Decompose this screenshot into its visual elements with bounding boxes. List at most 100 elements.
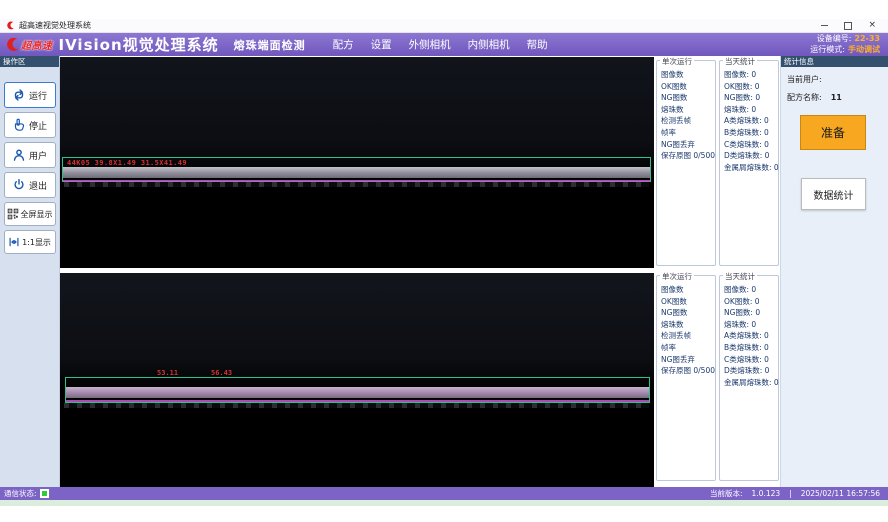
sidebar-button-label: 1:1显示 [22, 237, 51, 248]
stat-row: 图像数: 0 [724, 69, 778, 81]
stat-row: NG图数: 0 [724, 92, 778, 104]
stat-row: B类熔珠数: 0 [724, 342, 778, 354]
stat-row: 图像数 [661, 284, 715, 296]
status-bar: 通信状态: 当前版本: 1.0.123 | 2025/02/11 16:57:5… [0, 487, 888, 500]
stat-row: 熔珠数: 0 [724, 319, 778, 331]
stat-row: 熔珠数: 0 [724, 104, 778, 116]
application-window: 超高速视觉处理系统 × 超高速 IVision视觉处理系统 熔珠端面检测 配方设… [0, 0, 888, 522]
part-teeth [64, 403, 649, 408]
stats-section-inner: 单次运行图像数OK图数NG图数熔珠数检测丢帧帧率NG图丢弃保存原图 0/500当… [656, 273, 780, 483]
menu-bar: 配方 设置 外侧相机 内侧相机 帮助 [333, 37, 548, 52]
statistics-panel-title: 统计信息 [781, 56, 888, 67]
sidebar-button-stop[interactable]: 停止 [4, 112, 56, 138]
sidebar-button-label: 全屏显示 [21, 209, 53, 220]
run-icon [12, 88, 26, 102]
recipe-name-label: 配方名称: [787, 93, 822, 102]
stat-row: 检测丢帧 [661, 115, 715, 127]
part-teeth [64, 182, 649, 187]
stat-row: C类熔珠数: 0 [724, 354, 778, 366]
current-user-line: 当前用户: [787, 74, 888, 85]
brand-name: 超高速 [21, 37, 53, 52]
recipe-name-value: 11 [831, 93, 842, 102]
stat-row: D类熔珠数: 0 [724, 365, 778, 377]
stat-row: NG图数 [661, 92, 715, 104]
run-mode-line: 运行模式:手动调试 [810, 45, 880, 56]
groupbox-title: 当天统计 [723, 271, 757, 282]
sidebar-button-label: 运行 [29, 89, 47, 102]
sidebar-button-run[interactable]: 运行 [4, 82, 56, 108]
groupbox-today-stats: 当天统计图像数: 0OK图数: 0NG图数: 0熔珠数: 0A类熔珠数: 0B类… [719, 275, 779, 481]
menu-item-0[interactable]: 配方 [333, 37, 354, 52]
sidebar-button-user[interactable]: 用户 [4, 142, 56, 168]
status-separator: | [789, 489, 792, 498]
sidebar-button-fullscreen[interactable]: 全屏显示 [4, 202, 56, 226]
device-info: 设备编号:22-33 运行模式:手动调试 [810, 34, 880, 55]
stat-row: NG图丢弃 [661, 354, 715, 366]
stat-row: OK图数 [661, 81, 715, 93]
app-header: 超高速 IVision视觉处理系统 熔珠端面检测 配方设置外侧相机内侧相机帮助 … [0, 33, 888, 56]
version-label: 当前版本: [710, 488, 743, 499]
groupbox-title: 当天统计 [723, 56, 757, 67]
run-mode-label: 运行模式: [810, 45, 845, 54]
stat-row: B类熔珠数: 0 [724, 127, 778, 139]
stop-hand-icon [12, 118, 26, 132]
sidebar-button-one-to-one[interactable]: 1:1显示 [4, 230, 56, 254]
window-bottom-edge [0, 500, 888, 506]
data-statistics-button[interactable]: 数据统计 [801, 178, 866, 210]
stat-row: 检测丢帧 [661, 330, 715, 342]
stat-row: 熔珠数 [661, 104, 715, 116]
sidebar-button-label: 停止 [29, 119, 47, 132]
user-icon [12, 148, 26, 162]
app-logo-icon [6, 21, 15, 30]
groupbox-single-run: 单次运行图像数OK图数NG图数熔珠数检测丢帧帧率NG图丢弃保存原图 0/500 [656, 60, 716, 266]
run-mode-value: 手动调试 [848, 45, 880, 54]
groupbox-single-run: 单次运行图像数OK图数NG图数熔珠数检测丢帧帧率NG图丢弃保存原图 0/500 [656, 275, 716, 481]
camera-view-outer[interactable]: 44K05 39.8X1.49 31.5X41.49 [60, 57, 654, 268]
menu-item-1[interactable]: 设置 [371, 37, 392, 52]
stats-section-outer: 单次运行图像数OK图数NG图数熔珠数检测丢帧帧率NG图丢弃保存原图 0/500当… [656, 58, 780, 268]
camera-view-inner[interactable]: 53.11 56.43 [60, 273, 654, 487]
menu-item-3[interactable]: 内侧相机 [468, 37, 510, 52]
power-icon [12, 178, 26, 192]
stat-row: 金属屑熔珠数: 0 [724, 162, 778, 174]
version-value: 1.0.123 [752, 489, 781, 498]
window-titlebar: 超高速视觉处理系统 × [0, 19, 888, 33]
maximize-button[interactable] [844, 22, 852, 30]
menu-item-2[interactable]: 外侧相机 [409, 37, 451, 52]
window-title: 超高速视觉处理系统 [19, 20, 91, 31]
stat-row: NG图数 [661, 307, 715, 319]
brand-logo-icon [5, 37, 20, 52]
stat-row: 金属屑熔珠数: 0 [724, 377, 778, 389]
measurement-annotation: 53.11 [157, 369, 178, 377]
one-to-one-icon [8, 236, 20, 248]
close-button[interactable]: × [868, 21, 876, 30]
sidebar-title: 操作区 [0, 56, 59, 67]
operation-sidebar: 操作区 运行停止用户退出全屏显示 1:1显示 [0, 56, 60, 487]
app-subtitle: 熔珠端面检测 [234, 37, 306, 53]
current-user-label: 当前用户: [787, 75, 822, 84]
detection-roi-box: 44K05 39.8X1.49 31.5X41.49 [62, 157, 651, 182]
groupbox-title: 单次运行 [660, 56, 694, 67]
stat-row: A类熔珠数: 0 [724, 330, 778, 342]
groupbox-today-stats: 当天统计图像数: 0OK图数: 0NG图数: 0熔珠数: 0A类熔珠数: 0B类… [719, 60, 779, 266]
measurement-annotation: 56.43 [211, 369, 232, 377]
sidebar-buttons: 运行停止用户退出全屏显示 1:1显示 [0, 82, 59, 254]
stat-row: OK图数 [661, 296, 715, 308]
menu-item-4[interactable]: 帮助 [527, 37, 548, 52]
stat-row: 帧率 [661, 342, 715, 354]
comm-status-indicator [40, 489, 49, 498]
stat-row: 帧率 [661, 127, 715, 139]
recipe-name-line: 配方名称: 11 [787, 92, 888, 103]
prepare-button[interactable]: 准备 [800, 115, 866, 150]
stat-row: NG图丢弃 [661, 139, 715, 151]
datetime: 2025/02/11 16:57:56 [801, 489, 880, 498]
stat-row: OK图数: 0 [724, 81, 778, 93]
detection-roi-box [65, 377, 650, 403]
stat-row: OK图数: 0 [724, 296, 778, 308]
stat-row: A类熔珠数: 0 [724, 115, 778, 127]
stat-row: NG图数: 0 [724, 307, 778, 319]
fullscreen-icon [7, 208, 19, 220]
sidebar-button-exit[interactable]: 退出 [4, 172, 56, 198]
device-number-value: 22-33 [854, 34, 880, 43]
minimize-button[interactable] [821, 25, 828, 26]
